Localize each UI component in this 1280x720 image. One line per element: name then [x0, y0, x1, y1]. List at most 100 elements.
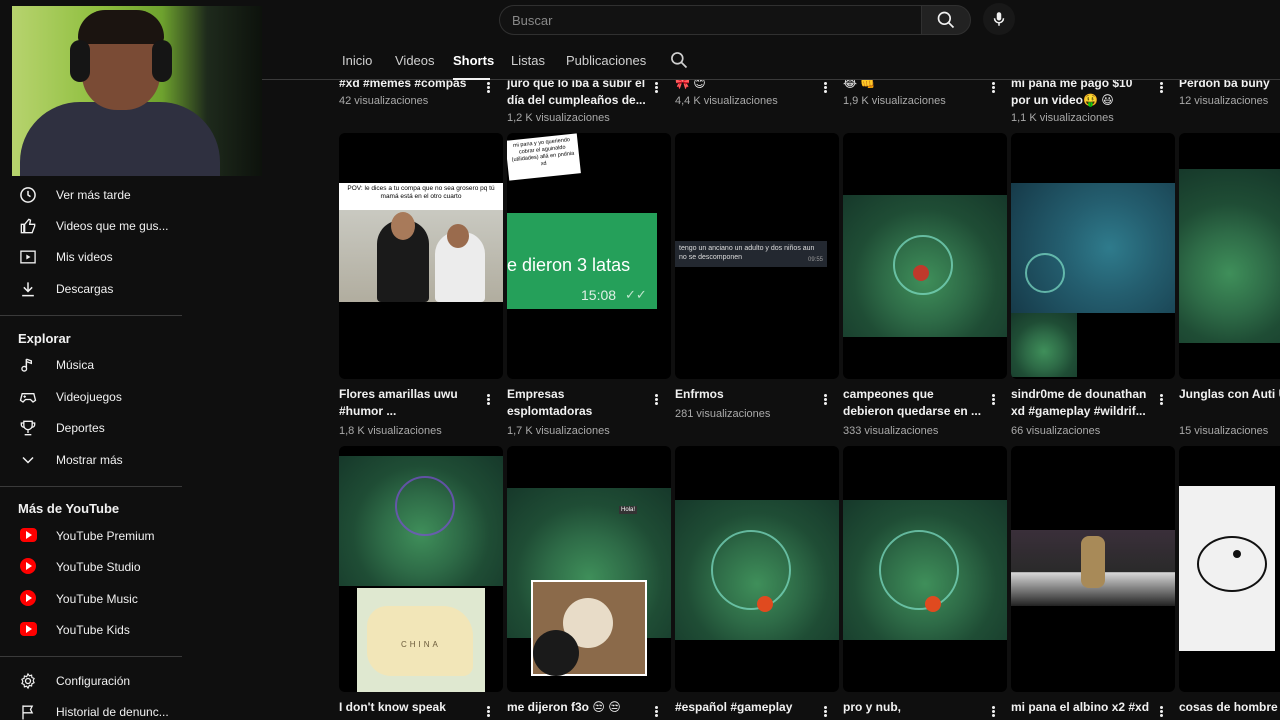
tab-publicaciones[interactable]: Publicaciones: [566, 53, 646, 68]
search-icon: [937, 11, 955, 29]
more-options-icon[interactable]: [649, 80, 663, 96]
tab-videos[interactable]: Videos: [395, 53, 435, 68]
more-options-icon[interactable]: [818, 704, 832, 720]
channel-tabs: Inicio Videos Shorts Listas Publicacione…: [262, 40, 1280, 80]
more-options-icon[interactable]: [649, 704, 663, 720]
short-title[interactable]: cosas de hombre: [1179, 699, 1280, 716]
more-options-icon[interactable]: [1154, 704, 1168, 720]
youtube-studio-icon: [20, 558, 36, 574]
more-options-icon[interactable]: [1154, 392, 1168, 408]
short-thumbnail[interactable]: Hola!: [507, 446, 671, 692]
more-options-icon[interactable]: [481, 704, 495, 720]
gameplay-image: [675, 500, 839, 640]
short-title[interactable]: Empresas esplomtadoras: [507, 386, 647, 420]
sidebar-item-music[interactable]: Música: [0, 350, 182, 380]
chat-overlay: Hola!: [619, 506, 638, 514]
more-options-icon[interactable]: [481, 392, 495, 408]
sidebar-item-youtube-studio[interactable]: YouTube Studio: [0, 552, 182, 582]
double-check-icon: ✓✓: [625, 287, 647, 302]
divider: [0, 656, 182, 657]
more-options-icon[interactable]: [481, 80, 495, 96]
short-title[interactable]: Junglas con Auti UnU: [1179, 386, 1280, 403]
short-views: 333 visualizaciones: [843, 425, 939, 437]
voice-search-button[interactable]: [983, 3, 1015, 35]
tab-inicio[interactable]: Inicio: [342, 53, 372, 68]
short-thumbnail[interactable]: CHINA: [339, 446, 503, 692]
sidebar-item-label: Configuración: [56, 674, 131, 688]
short-thumbnail[interactable]: [1011, 446, 1175, 692]
microphone-icon: [993, 12, 1005, 26]
short-title[interactable]: mi pana el albino x2 #xd: [1011, 699, 1151, 716]
short-views: 1,9 K visualizaciones: [843, 95, 946, 107]
sidebar-item-youtube-music[interactable]: YouTube Music: [0, 584, 182, 614]
short-thumbnail[interactable]: POV: le dices a tu compa que no sea gros…: [339, 133, 503, 379]
short-title[interactable]: I don't know speak: [339, 699, 479, 716]
sidebar-item-report-history[interactable]: Historial de denunc...: [0, 697, 182, 720]
minimap-image: [1011, 313, 1077, 377]
short-title[interactable]: pro y nub,: [843, 699, 983, 716]
short-thumbnail[interactable]: mi pana y yo queriendo cobrar el aguinal…: [507, 133, 671, 379]
more-options-icon[interactable]: [1154, 80, 1168, 96]
sidebar-item-youtube-premium[interactable]: YouTube Premium: [0, 521, 182, 551]
sidebar-item-label: Mis videos: [56, 250, 113, 264]
more-options-icon[interactable]: [818, 392, 832, 408]
more-options-icon[interactable]: [986, 80, 1000, 96]
sidebar-item-gaming[interactable]: Videojuegos: [0, 382, 182, 412]
short-views: 12 visualizaciones: [1179, 95, 1269, 107]
sidebar-item-downloads[interactable]: Descargas: [0, 274, 182, 304]
short-views: 1,8 K visualizaciones: [339, 425, 442, 437]
sidebar-item-label: Ver más tarde: [56, 188, 131, 202]
short-views: 1,1 K visualizaciones: [1011, 112, 1114, 124]
sidebar-item-watch-later[interactable]: Ver más tarde: [0, 180, 182, 210]
short-thumbnail[interactable]: [675, 446, 839, 692]
youtube-music-icon: [20, 590, 36, 606]
tab-listas[interactable]: Listas: [511, 53, 545, 68]
tab-shorts[interactable]: Shorts: [453, 53, 494, 68]
short-title[interactable]: mi pana me pagó $10 por un video🤑 😃: [1011, 75, 1151, 109]
thumbs-up-icon: [20, 218, 36, 234]
divider: [0, 486, 182, 487]
short-title[interactable]: Enfrmos: [675, 386, 815, 403]
sidebar-item-show-more[interactable]: Mostrar más: [0, 445, 182, 475]
sidebar-item-sports[interactable]: Deportes: [0, 413, 182, 443]
short-thumbnail[interactable]: [1179, 133, 1280, 379]
thumbnail-caption: POV: le dices a tu compa que no sea gros…: [339, 183, 503, 210]
gamepad-icon: [19, 393, 37, 403]
short-title[interactable]: #español #gameplay: [675, 699, 815, 716]
more-options-icon[interactable]: [986, 704, 1000, 720]
sidebar-item-liked-videos[interactable]: Videos que me gus...: [0, 211, 182, 241]
more-options-icon[interactable]: [649, 392, 663, 408]
cat-image: [531, 580, 647, 676]
search-input[interactable]: [500, 6, 900, 34]
short-views: 66 visualizaciones: [1011, 425, 1101, 437]
gameplay-image: [843, 195, 1007, 337]
short-title[interactable]: sindr0me de dounathan xd #gameplay #wild…: [1011, 386, 1151, 420]
search-button[interactable]: [921, 5, 971, 35]
more-options-icon[interactable]: [986, 392, 1000, 408]
search-icon[interactable]: [669, 50, 689, 70]
sidebar-item-youtube-kids[interactable]: YouTube Kids: [0, 615, 182, 645]
sidebar-item-label: Videos que me gus...: [56, 219, 169, 233]
short-title[interactable]: Flores amarillas uwu #humor ...: [339, 386, 479, 420]
trophy-icon: [20, 420, 36, 436]
short-thumbnail[interactable]: [843, 446, 1007, 692]
sidebar-item-label: Historial de denunc...: [56, 705, 169, 719]
short-title[interactable]: campeones que debieron quedarse en ...: [843, 386, 983, 420]
chat-bubble: e dieron 3 latas 15:08 ✓✓: [507, 213, 657, 309]
short-title[interactable]: me dijeron f3o 😒 😒: [507, 699, 647, 716]
short-thumbnail[interactable]: [843, 133, 1007, 379]
short-views: 1,2 K visualizaciones: [507, 112, 610, 124]
sidebar-item-my-videos[interactable]: Mis videos: [0, 242, 182, 272]
sidebar-item-label: YouTube Studio: [56, 560, 141, 574]
caption-time: 09:55: [807, 257, 823, 263]
short-thumbnail[interactable]: [1179, 446, 1280, 692]
sidebar-item-settings[interactable]: Configuración: [0, 666, 182, 696]
short-thumbnail[interactable]: tengo un anciano un adulto y dos niños a…: [675, 133, 839, 379]
short-title[interactable]: juro que lo iba a subir el día del cumpl…: [507, 75, 647, 109]
short-views: 15 visualizaciones: [1179, 425, 1269, 437]
short-thumbnail[interactable]: [1011, 133, 1175, 379]
more-options-icon[interactable]: [818, 80, 832, 96]
gameplay-image: [1179, 169, 1280, 343]
sidebar-item-label: Descargas: [56, 282, 114, 296]
youtube-kids-icon: [20, 622, 37, 636]
